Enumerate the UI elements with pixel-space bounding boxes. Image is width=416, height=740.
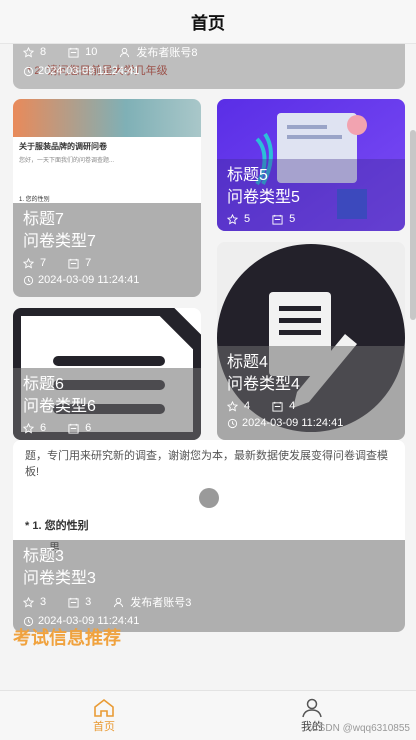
home-icon bbox=[94, 698, 114, 717]
clock-icon bbox=[23, 66, 34, 76]
user-icon bbox=[302, 698, 322, 717]
form-icon bbox=[68, 597, 79, 608]
card-8-time: 2024-03-09 11:24:41 bbox=[23, 65, 395, 77]
survey-card-3[interactable]: 题，专门用来研究新的调查，谢谢您为本，最新数据使发展变得问卷调查模板! * 1.… bbox=[13, 440, 405, 632]
user-icon bbox=[120, 47, 130, 57]
card-3-type: 问卷类型3 bbox=[23, 570, 96, 587]
star-icon bbox=[23, 257, 34, 269]
card-3-doc-question: * 1. 您的性别 bbox=[25, 520, 89, 532]
card-7-doc-title: 关于服装品牌的调研问卷 bbox=[19, 142, 107, 151]
card-8-time-text: 2024-03-09 11:24:41 bbox=[38, 65, 140, 77]
bottom-tab-bar: 首页 我的 CSDN @wqq6310855 bbox=[0, 690, 416, 740]
card-4-time: 2024-03-09 11:24:41 bbox=[227, 417, 395, 429]
card-5-forms: 5 bbox=[289, 213, 296, 225]
page-title: 首页 bbox=[191, 14, 225, 33]
card-7-overlay: 标题7 问卷类型7 7 7 2024-03-09 11:24:41 bbox=[13, 203, 201, 297]
star-icon bbox=[23, 422, 34, 434]
card-3-forms: 3 bbox=[85, 596, 92, 608]
star-icon bbox=[227, 213, 238, 225]
card-8-forms: 10 bbox=[85, 46, 98, 58]
watermark: CSDN @wqq6310855 bbox=[311, 723, 410, 734]
card-4-time-text: 2024-03-09 11:24:41 bbox=[242, 417, 344, 429]
card-5-meta: 5 5 bbox=[227, 213, 395, 225]
tab-home-label: 首页 bbox=[93, 720, 115, 733]
card-7-doc-intro: 您好，一天下面我们的问卷调查题... bbox=[19, 158, 115, 164]
card-6-meta: 6 6 bbox=[23, 422, 191, 434]
card-7-meta: 7 7 bbox=[23, 257, 191, 269]
card-3-meta: 3 3 发布者账号3 bbox=[23, 594, 395, 610]
star-icon bbox=[23, 596, 34, 608]
card-4-meta: 4 4 bbox=[227, 400, 395, 412]
card-5-title: 标题5 bbox=[227, 167, 268, 184]
card-3-stars: 3 bbox=[40, 596, 47, 608]
form-icon bbox=[68, 258, 79, 269]
tab-home[interactable]: 首页 bbox=[0, 691, 208, 740]
card-5-stars: 5 bbox=[244, 213, 251, 225]
card-4-type: 问卷类型4 bbox=[227, 376, 300, 393]
card-6-overlay: 标题6 问卷类型6 6 6 bbox=[13, 368, 201, 440]
card-7-doc-question: 1. 您的性别 bbox=[19, 197, 50, 203]
card-8-meta: 8 10 发布者账号8 bbox=[23, 44, 395, 60]
survey-card-7[interactable]: 关于服装品牌的调研问卷 您好，一天下面我们的问卷调查题... 1. 您的性别 标… bbox=[13, 99, 201, 297]
card-8-stars: 8 bbox=[40, 46, 47, 58]
survey-card-6[interactable]: 标题6 问卷类型6 6 6 bbox=[13, 308, 201, 440]
survey-card-4[interactable]: 标题4 问卷类型4 4 4 2024-03-09 11:24:41 bbox=[217, 242, 405, 440]
survey-card-5[interactable]: 标题5 问卷类型5 5 5 bbox=[217, 99, 405, 231]
card-4-stars: 4 bbox=[244, 400, 251, 412]
card-8-overlay: 8 10 发布者账号8 2024-03-09 11:24:41 bbox=[13, 44, 405, 89]
card-7-time: 2024-03-09 11:24:41 bbox=[23, 274, 191, 286]
survey-card-8[interactable]: * 2. 请问您目前是大学几年级 8 10 发布者账号8 2024-03-09 … bbox=[13, 44, 405, 89]
clock-icon bbox=[227, 418, 238, 428]
section-title-recommend: 考试信息推荐 bbox=[13, 628, 121, 648]
card-4-overlay: 标题4 问卷类型4 4 4 2024-03-09 11:24:41 bbox=[217, 346, 405, 440]
card-3-publisher: 发布者账号3 bbox=[130, 597, 192, 609]
form-icon bbox=[68, 47, 79, 58]
card-6-stars: 6 bbox=[40, 422, 47, 434]
card-3-title: 标题3 bbox=[23, 548, 64, 565]
content-scroll-area[interactable]: * 2. 请问您目前是大学几年级 8 10 发布者账号8 2024-03-09 … bbox=[0, 44, 416, 690]
card-7-title: 标题7 bbox=[23, 211, 64, 228]
star-icon bbox=[23, 46, 34, 58]
card-3-overlay: 标题3 问卷类型3 3 3 发布者账号3 2024-03-09 11:24:41 bbox=[13, 540, 405, 632]
card-3-carousel-dot bbox=[199, 488, 219, 508]
form-icon bbox=[272, 214, 283, 225]
card-7-stars: 7 bbox=[40, 257, 47, 269]
card-4-title: 标题4 bbox=[227, 354, 268, 371]
card-4-forms: 4 bbox=[289, 400, 296, 412]
card-8-publisher: 发布者账号8 bbox=[136, 47, 198, 59]
card-5-overlay: 标题5 问卷类型5 5 5 bbox=[217, 159, 405, 231]
scrollbar[interactable] bbox=[410, 130, 416, 320]
form-icon bbox=[272, 401, 283, 412]
user-icon bbox=[114, 597, 124, 607]
card-6-type: 问卷类型6 bbox=[23, 398, 96, 415]
card-7-type: 问卷类型7 bbox=[23, 233, 96, 250]
card-7-forms: 7 bbox=[85, 257, 92, 269]
card-3-doc-text: 题，专门用来研究新的调查，谢谢您为本，最新数据使发展变得问卷调查模板! bbox=[25, 450, 388, 478]
star-icon bbox=[227, 400, 238, 412]
card-5-type: 问卷类型5 bbox=[227, 189, 300, 206]
card-7-time-text: 2024-03-09 11:24:41 bbox=[38, 274, 140, 286]
form-icon bbox=[68, 423, 79, 434]
card-6-title: 标题6 bbox=[23, 376, 64, 393]
card-6-forms: 6 bbox=[85, 422, 92, 434]
top-nav-bar: 首页 bbox=[0, 0, 416, 44]
clock-icon bbox=[23, 275, 34, 285]
